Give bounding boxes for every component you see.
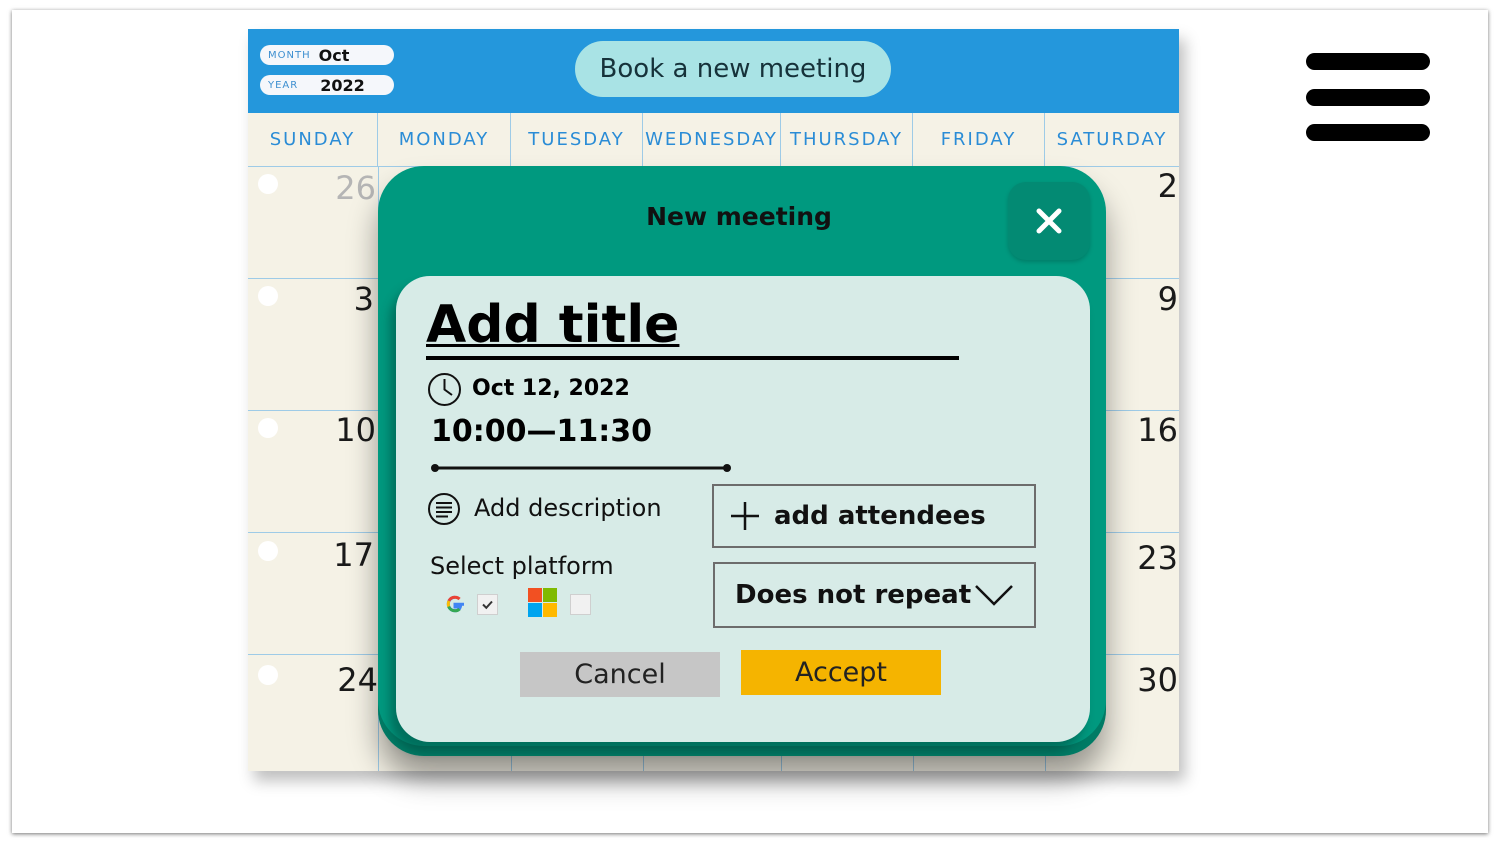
time-range-slider[interactable] <box>431 462 731 474</box>
date-cell[interactable]: 10 <box>324 411 376 449</box>
month-selector[interactable]: MONTH Oct <box>260 45 394 65</box>
meeting-date[interactable]: Oct 12, 2022 <box>472 376 630 401</box>
google-icon <box>446 595 464 613</box>
weekday-wednesday: WEDNESDAY <box>643 113 781 166</box>
repeat-dropdown[interactable]: Does not repeat <box>713 562 1036 628</box>
close-icon <box>1036 208 1062 234</box>
year-label: YEAR <box>268 79 299 91</box>
day-marker <box>258 665 278 685</box>
year-selector[interactable]: YEAR 2022 <box>260 75 394 95</box>
date-cell[interactable]: 30 <box>1108 661 1178 699</box>
day-marker <box>258 418 278 438</box>
weekday-sunday: SUNDAY <box>248 113 378 166</box>
description-input[interactable]: Add description <box>474 494 662 522</box>
weekday-tuesday: TUESDAY <box>511 113 643 166</box>
clock-icon <box>428 373 461 406</box>
date-cell[interactable]: 9 <box>1108 280 1178 318</box>
calendar-header: MONTH Oct YEAR 2022 Book a new meeting <box>248 29 1179 113</box>
weekday-saturday: SATURDAY <box>1056 129 1168 150</box>
meeting-time-range[interactable]: 10:00—11:30 <box>431 414 652 449</box>
google-platform-checkbox[interactable] <box>477 594 498 615</box>
plus-icon <box>731 502 759 530</box>
month-label: MONTH <box>268 49 311 61</box>
checkmark-icon <box>482 600 493 610</box>
accept-button[interactable]: Accept <box>741 650 941 695</box>
book-meeting-button[interactable]: Book a new meeting <box>575 41 891 97</box>
description-icon <box>428 493 460 525</box>
date-cell[interactable]: 26 <box>324 169 376 207</box>
dialog-title: New meeting <box>646 202 832 231</box>
cancel-button[interactable]: Cancel <box>520 652 720 697</box>
microsoft-icon <box>528 588 557 617</box>
date-cell[interactable]: 17 <box>324 536 374 574</box>
month-value: Oct <box>318 45 350 65</box>
weekday-monday: MONDAY <box>378 113 511 166</box>
title-input[interactable]: Add title <box>426 294 959 360</box>
year-value: 2022 <box>320 75 365 95</box>
add-attendees-label: add attendees <box>774 501 986 531</box>
date-cell[interactable]: 24 <box>324 661 378 699</box>
add-attendees-button[interactable]: add attendees <box>712 484 1036 548</box>
menu-icon[interactable] <box>1306 53 1430 143</box>
chevron-down-icon <box>975 585 1013 606</box>
menu-bar <box>1306 53 1430 70</box>
weekday-thursday: THURSDAY <box>781 113 913 166</box>
date-cell[interactable]: 23 <box>1108 539 1178 577</box>
day-marker <box>258 174 278 194</box>
repeat-value: Does not repeat <box>735 580 972 610</box>
day-marker <box>258 286 278 306</box>
platform-label: Select platform <box>430 552 614 580</box>
date-cell[interactable]: 16 <box>1108 411 1178 449</box>
meeting-form: Add title Oct 12, 2022 10:00—11:30 Add d… <box>396 276 1090 742</box>
weekday-friday: FRIDAY <box>913 113 1045 166</box>
weekday-header: SUNDAY MONDAY TUESDAY WEDNESDAY THURSDAY… <box>248 113 1179 167</box>
menu-bar <box>1306 89 1430 106</box>
menu-bar <box>1306 124 1430 141</box>
microsoft-platform-checkbox[interactable] <box>570 594 591 615</box>
new-meeting-dialog: New meeting Add title Oct 12, 2022 10:00… <box>378 166 1106 756</box>
day-marker <box>258 541 278 561</box>
date-cell[interactable]: 3 <box>324 280 374 318</box>
close-button[interactable] <box>1008 182 1090 260</box>
date-cell[interactable]: 2 <box>1108 167 1178 205</box>
